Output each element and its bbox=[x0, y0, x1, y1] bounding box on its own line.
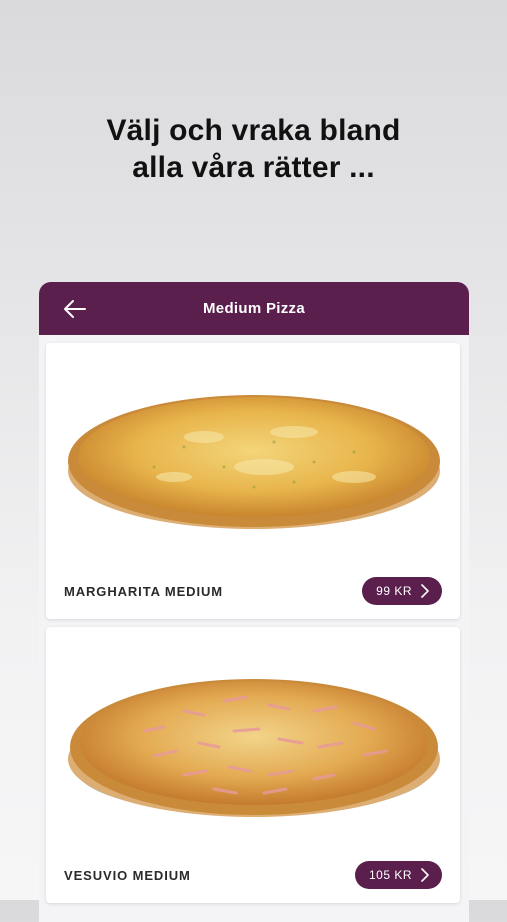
headline-line-2: alla våra rätter ... bbox=[132, 151, 375, 184]
app-bar-title: Medium Pizza bbox=[203, 300, 305, 317]
chevron-right-icon bbox=[421, 868, 429, 882]
menu-item-name: VESUVIO MEDIUM bbox=[64, 868, 191, 883]
menu-item-card[interactable]: VESUVIO MEDIUM 105 KR bbox=[46, 627, 460, 903]
arrow-left-icon[interactable] bbox=[61, 295, 89, 323]
price-button[interactable]: 105 KR bbox=[354, 861, 442, 889]
price-button[interactable]: 99 KR bbox=[362, 577, 442, 605]
price-label: 99 KR bbox=[376, 584, 412, 598]
price-label: 105 KR bbox=[368, 868, 412, 882]
app-preview-panel: Medium Pizza MARGHARITA MEDIUM 99 KR VES… bbox=[39, 282, 469, 922]
menu-item-name: MARGHARITA MEDIUM bbox=[64, 584, 224, 599]
app-bar: Medium Pizza bbox=[39, 282, 469, 335]
menu-item-list: MARGHARITA MEDIUM 99 KR VESUVIO MEDIUM 1… bbox=[39, 335, 469, 903]
pizza-image bbox=[68, 395, 440, 529]
headline-line-1: Välj och vraka bland bbox=[106, 114, 401, 147]
pizza-image bbox=[68, 679, 440, 817]
menu-item-card[interactable]: MARGHARITA MEDIUM 99 KR bbox=[46, 343, 460, 619]
promo-headline: Välj och vraka bland alla våra rätter ..… bbox=[0, 112, 507, 186]
chevron-right-icon bbox=[421, 584, 429, 598]
